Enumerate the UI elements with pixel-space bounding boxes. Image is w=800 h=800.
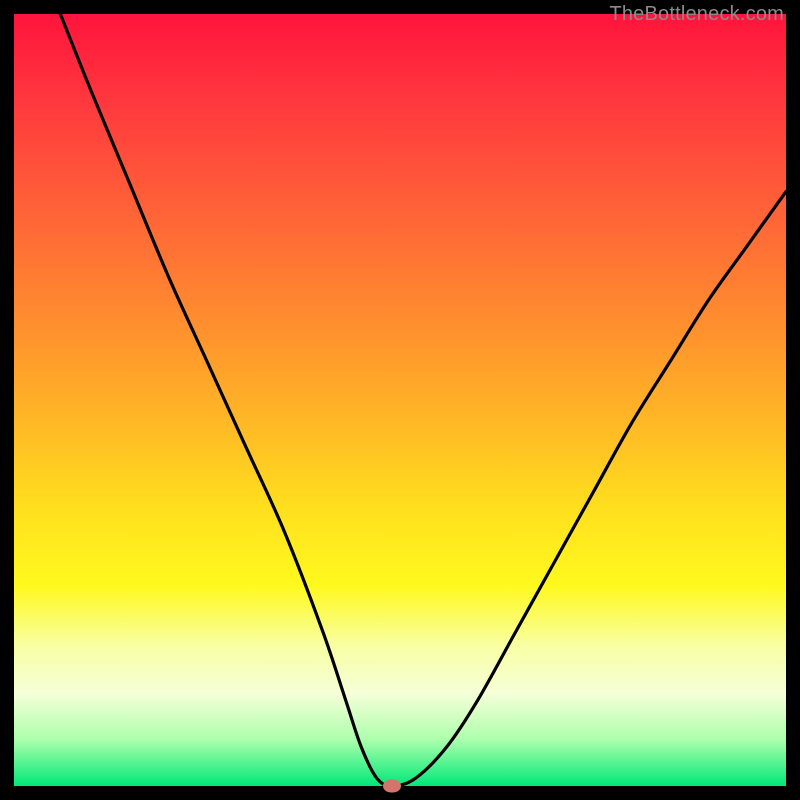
plot-area	[14, 14, 786, 786]
bottleneck-curve	[14, 14, 786, 786]
chart-frame: TheBottleneck.com	[0, 0, 800, 800]
optimum-marker	[383, 780, 401, 793]
curve-path	[60, 14, 786, 786]
watermark-text: TheBottleneck.com	[609, 3, 784, 26]
